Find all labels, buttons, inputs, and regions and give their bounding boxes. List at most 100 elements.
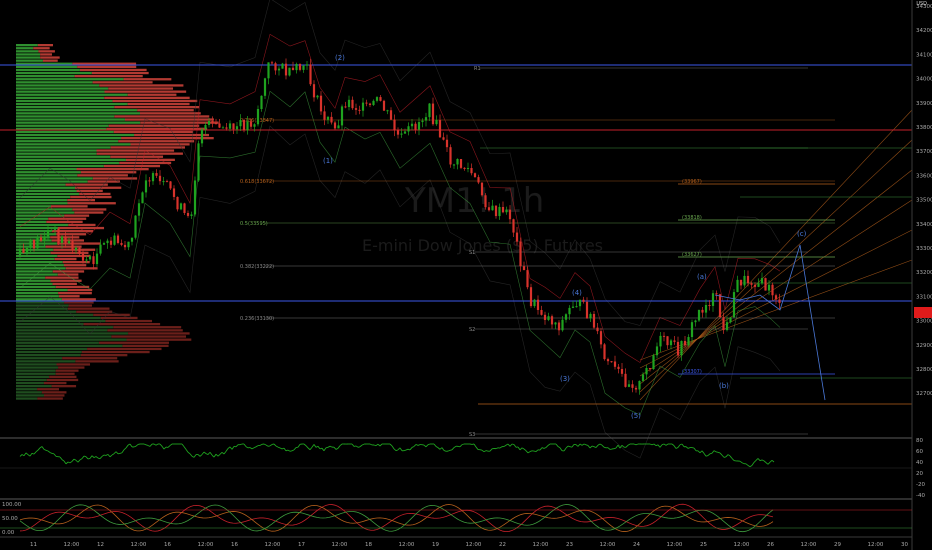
rsi-segment xyxy=(329,445,333,448)
candle-body xyxy=(771,284,774,296)
rsi-segment xyxy=(105,453,109,456)
candle-body xyxy=(316,95,319,98)
rsi-segment xyxy=(359,444,363,448)
volume-bar xyxy=(16,394,44,397)
candle-body xyxy=(179,203,183,210)
rsi-segment xyxy=(413,444,417,447)
time-axis[interactable]: 11 12:00 12 12:00 16 12:00 16 12:00 17 12:00 18 12:… xyxy=(30,542,908,548)
rsi-segment xyxy=(111,453,115,456)
rsi-segment xyxy=(309,446,313,451)
candle-body xyxy=(529,287,533,307)
candle-body xyxy=(585,301,589,319)
rsi-segment xyxy=(585,444,589,446)
price-tick: 33200 xyxy=(916,270,932,276)
fib-label: 0.618(33672) xyxy=(240,179,274,185)
volume-bar xyxy=(126,338,192,341)
candle-body xyxy=(736,279,739,293)
candle-body xyxy=(431,103,435,125)
volume-bar xyxy=(16,326,114,329)
rsi-segment xyxy=(327,445,331,448)
candle-body xyxy=(53,228,57,230)
time-tick: 29 xyxy=(834,542,841,548)
candle-body xyxy=(722,317,725,331)
volume-bar xyxy=(113,326,182,329)
rsi-segment xyxy=(747,465,751,468)
time-tick: 12 xyxy=(97,542,104,548)
volume-bar xyxy=(16,391,42,394)
price-axis[interactable]: 3430034200341003400033900338003370033600… xyxy=(916,4,932,397)
rsi-segment xyxy=(673,445,677,449)
volume-bar xyxy=(55,369,79,372)
time-tick: 17 xyxy=(298,542,305,548)
candle-body xyxy=(295,63,298,71)
rsi-segment xyxy=(83,455,87,458)
price-candles[interactable] xyxy=(18,58,781,395)
volume-bar xyxy=(33,47,50,50)
rsi-segment xyxy=(67,461,71,464)
rsi-pane[interactable] xyxy=(0,443,912,469)
volume-bar xyxy=(70,195,112,199)
rsi-segment xyxy=(607,447,611,450)
candle-body xyxy=(214,123,218,125)
candle-body xyxy=(78,247,81,255)
volume-bar xyxy=(63,264,87,267)
candle-body xyxy=(526,270,529,288)
price-tick: 32800 xyxy=(916,367,932,373)
rsi-tick: 40 xyxy=(916,460,923,466)
rsi-segment xyxy=(533,450,537,453)
rsi-segment xyxy=(633,443,637,446)
volume-bar xyxy=(16,323,84,326)
chart-canvas[interactable]: YM1! 1h E-mini Dow Jones ($5) Futures R1… xyxy=(0,0,932,550)
rsi-segment xyxy=(745,463,749,466)
volume-bar xyxy=(16,211,75,214)
rsi-tick: 20 xyxy=(916,471,923,477)
candle-body xyxy=(274,63,277,71)
candle-body xyxy=(57,228,60,243)
volume-bar xyxy=(16,270,53,273)
candle-body xyxy=(760,278,764,284)
volume-bar xyxy=(137,109,194,112)
rsi-segment xyxy=(727,454,731,457)
volume-bar xyxy=(16,372,56,375)
candle-body xyxy=(347,99,351,108)
candle-body xyxy=(246,121,249,131)
candle-body xyxy=(64,236,67,244)
rsi-segment xyxy=(739,460,743,464)
volume-bar xyxy=(96,152,183,155)
candle-body xyxy=(473,173,477,178)
stochastic-pane[interactable] xyxy=(0,503,912,533)
candle-body xyxy=(305,64,309,66)
time-tick: 12:00 xyxy=(131,542,147,548)
candle-body xyxy=(634,387,638,390)
rsi-segment xyxy=(741,462,745,465)
wave-label: (a) xyxy=(697,273,707,281)
time-tick: 12:00 xyxy=(64,542,80,548)
rsi-segment xyxy=(209,451,213,456)
candle-body xyxy=(382,100,386,111)
candle-body xyxy=(400,133,403,135)
volume-bar xyxy=(16,307,68,310)
volume-bar xyxy=(16,112,140,115)
candle-body xyxy=(757,283,760,287)
volume-bar xyxy=(61,298,96,301)
volume-bar xyxy=(16,102,128,106)
rsi-segment xyxy=(707,453,711,456)
volume-bar xyxy=(98,341,169,344)
volume-bar xyxy=(58,366,85,369)
volume-bar xyxy=(16,344,123,347)
rsi-segment xyxy=(143,443,147,446)
candle-body xyxy=(386,110,389,112)
volume-bar xyxy=(80,354,128,357)
candle-body xyxy=(753,284,757,287)
candle-body xyxy=(281,63,284,69)
candle-body xyxy=(648,368,652,370)
candle-body xyxy=(256,109,260,125)
rsi-segment xyxy=(41,446,45,450)
candle-body xyxy=(732,292,736,318)
volume-bar xyxy=(16,388,38,391)
candle-body xyxy=(211,120,214,124)
candle-body xyxy=(543,314,547,320)
time-tick: 30 xyxy=(901,542,908,548)
rsi-segment xyxy=(189,453,193,457)
volume-bar xyxy=(125,158,175,161)
